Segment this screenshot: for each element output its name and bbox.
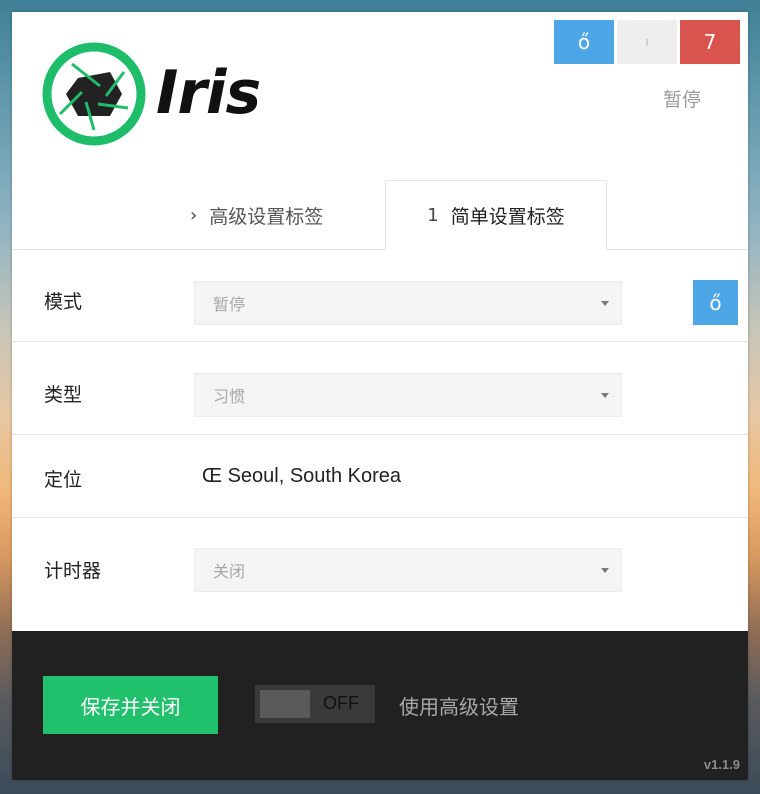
iris-logo: Iris [42,42,282,152]
version-label: v1.1.9 [703,757,740,772]
footer-bar: 保存并关闭 OFF 使用高级设置 v1.1.9 [12,631,748,780]
settings-tabs: › 高级设置标签 1 简单设置标签 [12,180,748,250]
tab-label: 简单设置标签 [450,205,565,228]
timer-label: 计时器 [44,560,102,582]
mode-info-button[interactable]: ő [693,280,738,325]
aperture-logo-icon [42,42,146,146]
mode-row: 模式 暂停 ő [12,250,748,342]
caret-down-icon [601,568,609,573]
save-and-close-button[interactable]: 保存并关闭 [43,676,218,734]
caret-down-icon [601,301,609,306]
tab-simple-settings[interactable]: 1 简单设置标签 [385,180,607,250]
toggle-knob[interactable] [260,690,310,718]
mode-select[interactable]: 暂停 [194,281,622,325]
status-text: 暂停 [662,89,701,111]
timer-select[interactable]: 关闭 [194,548,622,592]
info-button[interactable]: ő [554,20,614,64]
close-button[interactable]: 7 [680,20,740,64]
timer-value: 关闭 [213,562,246,581]
toggle-state: OFF [323,693,359,713]
use-advanced-label: 使用高级设置 [399,695,519,719]
location-text: Seoul, South Korea [227,465,402,487]
iris-window: ő ı 7 暂停 Iris › 高级设置标签 1 简单设置标签 模式 暂停 ő … [12,12,748,780]
type-row: 类型 习惯 [12,342,748,435]
location-row: 定位 Œ Seoul, South Korea [12,435,748,518]
tab-label: 高级设置标签 [209,205,324,228]
tab-advanced-settings[interactable]: › 高级设置标签 [190,180,323,250]
type-value: 习惯 [213,387,246,406]
mode-label: 模式 [44,291,83,313]
mode-value: 暂停 [213,295,246,314]
chevron-right-icon: › [190,204,198,226]
app-name: Iris [156,58,261,128]
location-pin-icon: Œ [202,465,222,487]
timer-row: 计时器 关闭 [12,518,748,631]
location-value[interactable]: Œ Seoul, South Korea [202,465,401,488]
advanced-toggle[interactable]: OFF [255,685,375,723]
type-label: 类型 [44,384,83,406]
minimize-button[interactable]: ı [617,20,677,64]
type-select[interactable]: 习惯 [194,373,622,417]
caret-down-icon [601,393,609,398]
simple-icon: 1 [427,204,439,226]
location-label: 定位 [44,469,83,491]
